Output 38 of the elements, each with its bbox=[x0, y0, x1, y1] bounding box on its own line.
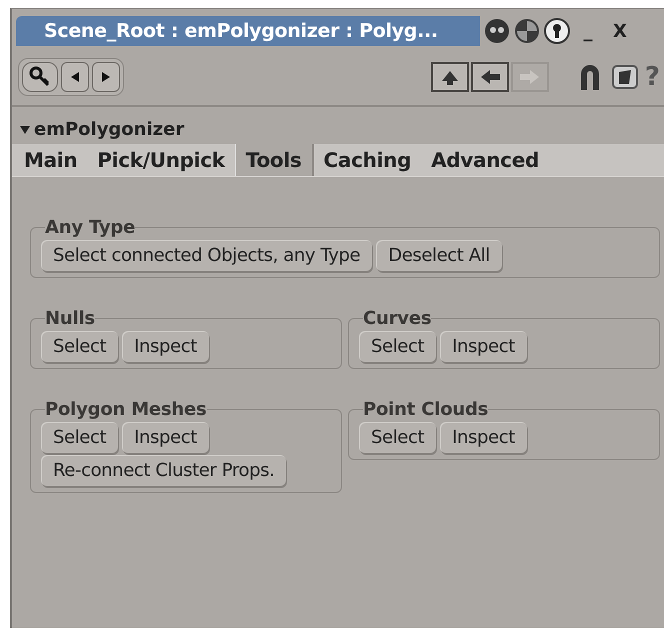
key-button[interactable] bbox=[22, 62, 58, 92]
right-triangle-icon bbox=[102, 72, 110, 82]
action-button[interactable]: Select connected Objects, any Type bbox=[41, 240, 372, 271]
left-triangle-icon bbox=[71, 72, 79, 82]
group-title: Curves bbox=[363, 308, 432, 329]
action-button[interactable]: Select bbox=[359, 422, 436, 453]
minimize-button[interactable]: _ bbox=[574, 20, 602, 42]
action-button[interactable]: Select bbox=[41, 331, 118, 362]
up-arrow-button[interactable] bbox=[430, 62, 469, 92]
tab[interactable]: Advanced bbox=[421, 144, 549, 176]
group-title: Any Type bbox=[45, 217, 136, 238]
group-title: Polygon Meshes bbox=[45, 399, 207, 420]
expand-triangle-icon[interactable] bbox=[20, 126, 30, 134]
keyhole-icon[interactable] bbox=[544, 18, 570, 44]
action-button[interactable]: Select bbox=[41, 422, 118, 453]
previous-button[interactable] bbox=[61, 62, 89, 92]
action-button[interactable]: Select bbox=[359, 331, 436, 362]
action-button[interactable]: Inspect bbox=[440, 331, 527, 362]
action-button[interactable]: Inspect bbox=[440, 422, 527, 453]
left-arrow-button[interactable] bbox=[470, 62, 509, 92]
panel-icon[interactable] bbox=[610, 62, 641, 92]
next-button[interactable] bbox=[92, 62, 120, 92]
tab[interactable]: Pick/Unpick bbox=[87, 144, 235, 176]
swirl-icon[interactable] bbox=[514, 18, 540, 44]
action-button[interactable]: Inspect bbox=[122, 331, 209, 362]
action-button[interactable]: Inspect bbox=[122, 422, 209, 453]
face-icon[interactable] bbox=[484, 18, 510, 44]
close-button[interactable]: X bbox=[606, 20, 634, 42]
tab[interactable]: Caching bbox=[314, 144, 422, 176]
property-title: emPolygonizer bbox=[34, 119, 184, 140]
group-title: Point Clouds bbox=[363, 399, 488, 420]
group-title: Nulls bbox=[45, 308, 95, 329]
action-button[interactable]: Deselect All bbox=[376, 240, 502, 271]
tab[interactable]: Tools bbox=[234, 144, 314, 176]
action-button[interactable]: Re-connect Cluster Props. bbox=[41, 455, 286, 486]
window-title: Scene_Root : emPolygonizer : Polyg... bbox=[16, 16, 480, 46]
tab[interactable]: Main bbox=[14, 144, 88, 176]
key-icon bbox=[29, 66, 51, 88]
